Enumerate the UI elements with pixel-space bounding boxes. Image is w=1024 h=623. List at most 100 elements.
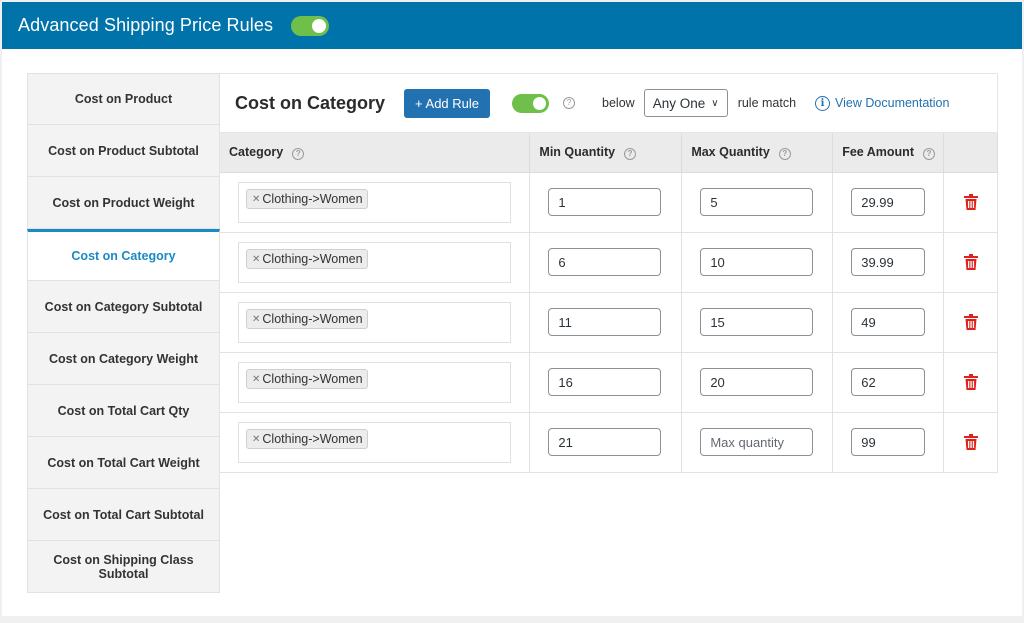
remove-tag-icon[interactable]: ✕ [252,254,260,265]
table-row: ✕ Clothing->Women [220,291,998,353]
help-icon[interactable]: ? [624,147,637,160]
column-header-fee-amount: Fee Amount? [832,133,945,173]
sidebar-item-cost-on-category[interactable]: Cost on Category [27,229,220,281]
column-header-label: Min Quantity [539,144,616,159]
fee-amount-input[interactable] [851,428,926,456]
app-title: Advanced Shipping Price Rules [18,15,274,35]
max-quantity-input[interactable] [700,248,814,276]
min-quantity-input[interactable] [548,188,662,216]
sidebar-item-cost-on-product[interactable]: Cost on Product [27,73,220,125]
sidebar-item-cost-on-category-weight[interactable]: Cost on Category Weight [27,333,220,385]
chevron-down-icon: ∨ [711,97,719,109]
category-tag-label: Clothing->Women [262,432,363,446]
sidebar-item-label: Cost on Product [74,92,173,106]
delete-rule-button[interactable] [943,171,998,233]
column-header-max-quantity: Max Quantity? [681,133,834,173]
category-tag: ✕ Clothing->Women [246,309,368,329]
min-quantity-input[interactable] [548,248,662,276]
category-tag-label: Clothing->Women [262,372,363,386]
sidebar-item-cost-on-shipping-class-subtotal[interactable]: Cost on Shipping Class Subtotal [27,541,220,593]
min-quantity-input[interactable] [548,368,662,396]
sidebar-item-label: Cost on Category Weight [48,351,199,366]
category-tag-label: Clothing->Women [262,192,363,206]
trash-icon [963,313,978,330]
sidebar-item-cost-on-total-cart-weight[interactable]: Cost on Total Cart Weight [27,437,220,489]
remove-tag-icon[interactable]: ✕ [252,194,260,205]
category-multiselect[interactable]: ✕ Clothing->Women [238,301,511,343]
table-row: ✕ Clothing->Women [220,171,998,233]
sidebar-item-label: Cost on Shipping Class Subtotal [53,552,194,581]
section-title: Cost on Category [235,92,386,113]
fee-amount-input[interactable] [851,368,926,396]
category-multiselect[interactable]: ✕ Clothing->Women [238,361,511,403]
rules-panel: Cost on Category + Add Rule ? below Any … [220,73,998,473]
section-enable-toggle[interactable] [512,93,550,113]
help-icon[interactable]: ? [292,147,305,160]
remove-tag-icon[interactable]: ✕ [252,434,260,445]
column-header-actions [943,133,998,173]
column-header-label: Category [229,144,284,159]
column-header-label: Fee Amount [842,144,914,159]
category-tag: ✕ Clothing->Women [246,189,368,209]
sidebar-item-label: Cost on Total Cart Weight [47,455,200,470]
rule-match-select[interactable]: Any One ∨ [643,89,728,117]
rule-match-label: rule match [737,96,797,110]
max-quantity-input[interactable] [700,188,814,216]
plugin-enable-toggle[interactable] [291,15,330,36]
table-row: ✕ Clothing->Women [220,351,998,413]
min-quantity-input[interactable] [548,308,662,336]
delete-rule-button[interactable] [943,411,998,473]
rules-panel-header: Cost on Category + Add Rule ? below Any … [220,73,998,133]
column-header-min-quantity: Min Quantity? [529,133,683,173]
rules-table: Category? Min Quantity? Max Quantity? Fe… [220,133,998,473]
sidebar-item-label: Cost on Product Subtotal [48,143,199,158]
rule-type-sidebar: Cost on Product Cost on Product Subtotal… [27,73,220,593]
trash-icon [963,253,978,270]
max-quantity-input[interactable] [700,368,814,396]
view-documentation-label: View Documentation [835,96,950,110]
category-multiselect[interactable]: ✕ Clothing->Women [238,181,511,223]
category-tag: ✕ Clothing->Women [246,369,368,389]
add-rule-button[interactable]: + Add Rule [404,88,491,118]
sidebar-item-cost-on-total-cart-subtotal[interactable]: Cost on Total Cart Subtotal [27,489,220,541]
trash-icon [963,373,978,390]
delete-rule-button[interactable] [943,351,998,413]
remove-tag-icon[interactable]: ✕ [252,374,260,385]
remove-tag-icon[interactable]: ✕ [252,314,260,325]
trash-icon [963,193,978,210]
sidebar-item-cost-on-category-subtotal[interactable]: Cost on Category Subtotal [27,281,220,333]
info-icon: i [815,95,831,111]
column-header-category: Category? [220,133,531,173]
sidebar-item-label: Cost on Total Cart Qty [57,403,190,418]
sidebar-item-cost-on-product-weight[interactable]: Cost on Product Weight [27,177,220,229]
max-quantity-input[interactable] [700,428,814,456]
view-documentation-link[interactable]: i View Documentation [815,95,950,111]
column-header-label: Max Quantity [691,144,770,159]
help-icon[interactable]: ? [778,147,791,160]
rule-match-select-value: Any One [652,95,706,111]
category-multiselect[interactable]: ✕ Clothing->Women [238,421,511,463]
max-quantity-input[interactable] [700,308,814,336]
category-tag: ✕ Clothing->Women [246,249,368,269]
fee-amount-input[interactable] [851,248,926,276]
category-tag-label: Clothing->Women [262,312,363,326]
help-icon[interactable]: ? [922,147,935,160]
sidebar-item-label: Cost on Product Weight [52,195,195,210]
help-icon[interactable]: ? [563,97,576,109]
table-header-row: Category? Min Quantity? Max Quantity? Fe… [220,133,998,173]
sidebar-item-cost-on-total-cart-qty[interactable]: Cost on Total Cart Qty [27,385,220,437]
trash-icon [963,433,978,450]
table-row: ✕ Clothing->Women [220,411,998,473]
table-row: ✕ Clothing->Women [220,231,998,293]
min-quantity-input[interactable] [548,428,662,456]
category-multiselect[interactable]: ✕ Clothing->Women [238,241,511,283]
fee-amount-input[interactable] [851,308,926,336]
delete-rule-button[interactable] [943,231,998,293]
sidebar-item-cost-on-product-subtotal[interactable]: Cost on Product Subtotal [27,125,220,177]
sidebar-item-label: Cost on Total Cart Subtotal [43,507,204,522]
delete-rule-button[interactable] [943,291,998,353]
top-header-bar: Advanced Shipping Price Rules [2,2,1022,49]
category-tag: ✕ Clothing->Women [246,429,368,449]
sidebar-item-label: Cost on Category [71,249,176,263]
fee-amount-input[interactable] [851,188,926,216]
